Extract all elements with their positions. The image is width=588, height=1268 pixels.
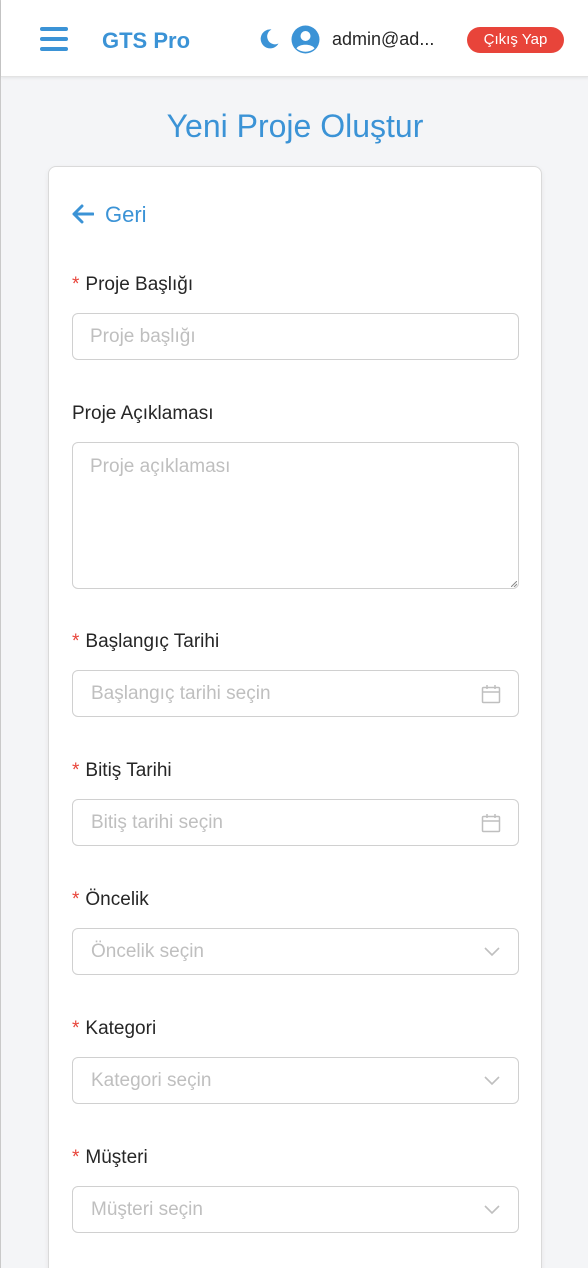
start-date-picker[interactable]: Başlangıç tarihi seçin (72, 670, 519, 717)
top-navigation-bar: GTS Pro admin@ad... Çıkış Yap (1, 0, 588, 77)
project-description-label: Proje Açıklaması (72, 403, 214, 424)
priority-select[interactable]: Öncelik seçin (72, 928, 519, 975)
user-email: admin@ad... (332, 29, 435, 49)
brand-title[interactable]: GTS Pro (102, 28, 190, 54)
resize-grip-icon[interactable] (511, 581, 517, 587)
end-date-placeholder: Bitiş tarihi seçin (91, 812, 223, 833)
end-date-label: * Bitiş Tarihi (72, 760, 172, 781)
required-asterisk: * (72, 1018, 80, 1039)
arrow-left-icon (72, 204, 94, 224)
project-description-wrapper (72, 442, 519, 589)
required-asterisk: * (72, 760, 80, 781)
end-date-picker[interactable]: Bitiş tarihi seçin (72, 799, 519, 846)
chevron-down-icon (484, 947, 500, 957)
priority-placeholder: Öncelik seçin (91, 941, 204, 962)
customer-label: * Müşteri (72, 1147, 148, 1168)
user-avatar-icon[interactable] (291, 25, 320, 54)
back-label: Geri (105, 202, 147, 227)
required-asterisk: * (72, 889, 80, 910)
logout-button[interactable]: Çıkış Yap (467, 27, 564, 53)
start-date-placeholder: Başlangıç tarihi seçin (91, 683, 271, 704)
start-date-label: * Başlangıç Tarihi (72, 631, 220, 652)
category-label: * Kategori (72, 1018, 157, 1039)
moon-icon[interactable] (258, 28, 280, 50)
project-title-input[interactable] (72, 313, 519, 360)
calendar-icon (481, 685, 501, 704)
hamburger-menu-icon[interactable] (40, 27, 68, 51)
priority-label: * Öncelik (72, 889, 149, 910)
required-asterisk: * (72, 631, 80, 652)
page-title: Yeni Proje Oluştur (166, 108, 424, 144)
chevron-down-icon (484, 1205, 500, 1215)
project-title-label: * Proje Başlığı (72, 274, 194, 295)
required-asterisk: * (72, 274, 80, 295)
category-select[interactable]: Kategori seçin (72, 1057, 519, 1104)
required-asterisk: * (72, 1147, 80, 1168)
category-placeholder: Kategori seçin (91, 1070, 212, 1091)
project-description-textarea[interactable] (72, 442, 519, 589)
chevron-down-icon (484, 1076, 500, 1086)
calendar-icon (481, 814, 501, 833)
customer-placeholder: Müşteri seçin (91, 1199, 203, 1220)
customer-select[interactable]: Müşteri seçin (72, 1186, 519, 1233)
